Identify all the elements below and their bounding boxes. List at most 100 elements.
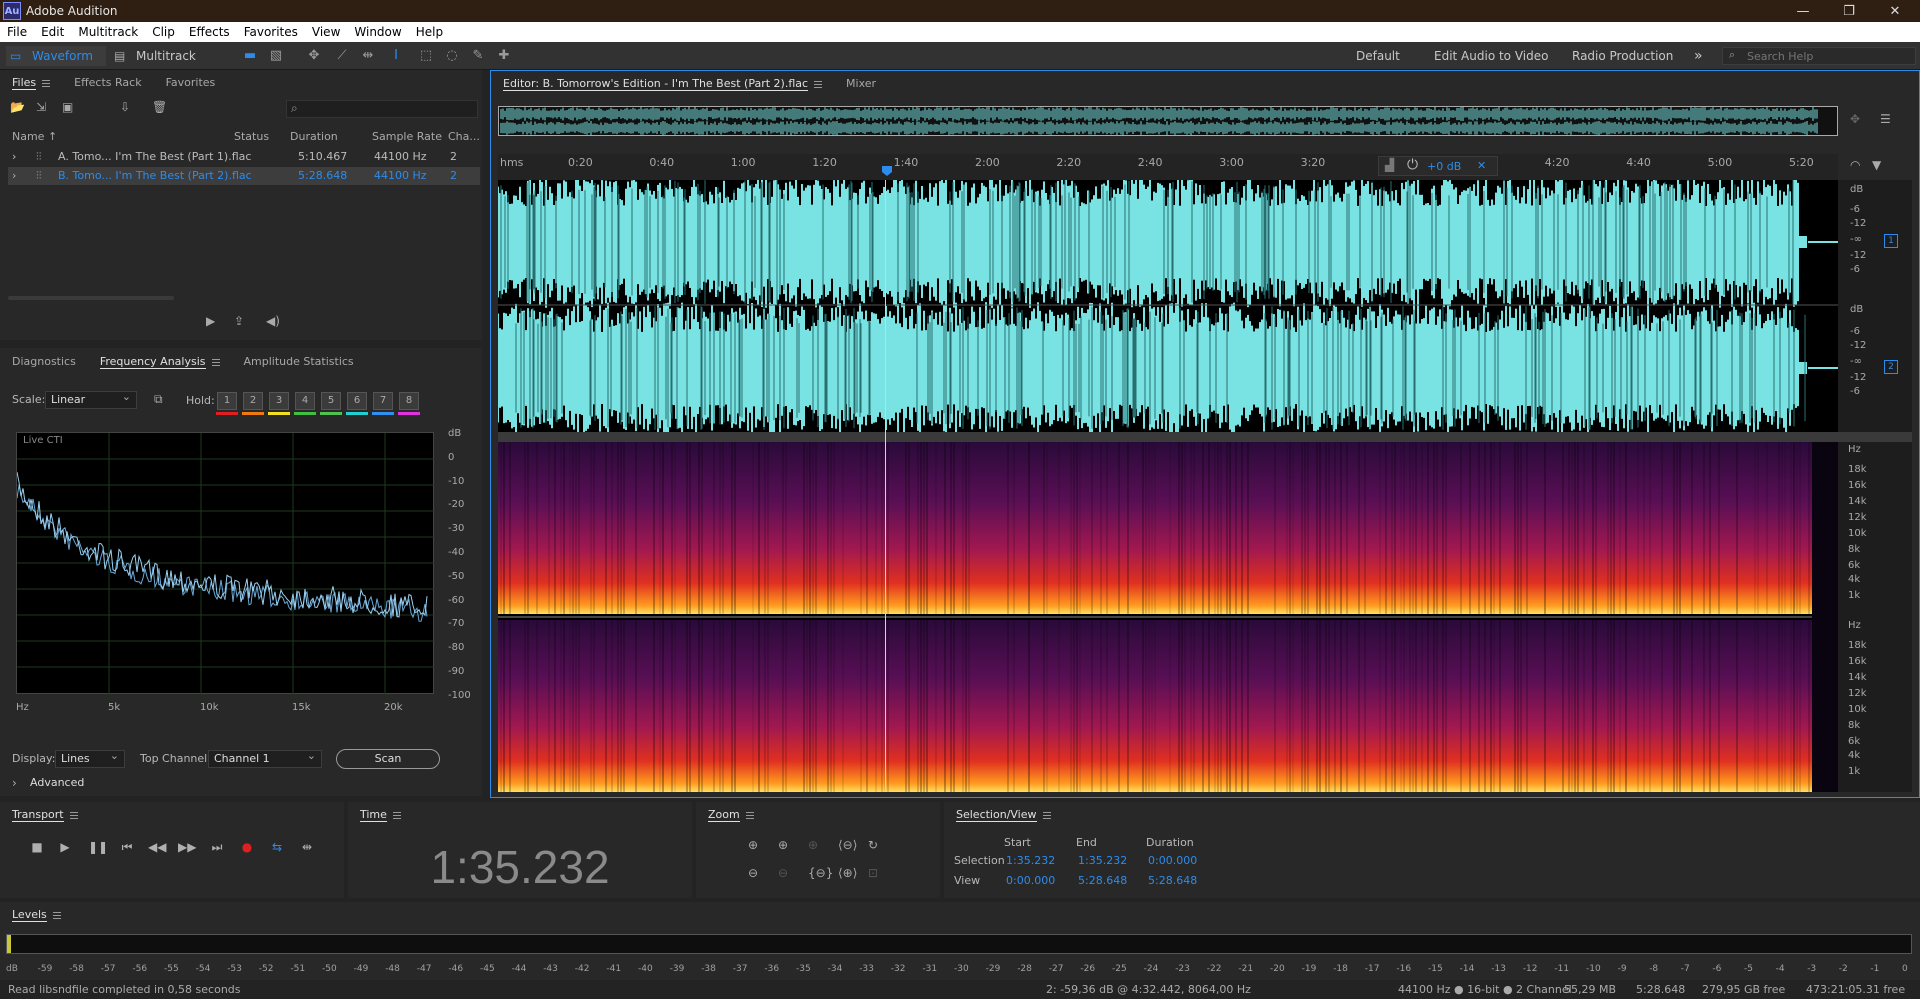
expand-chevron-icon[interactable]: › — [12, 167, 16, 185]
play-button[interactable]: ▶ — [56, 838, 74, 856]
column-sample-rate[interactable]: Sample Rate — [372, 128, 442, 146]
zoom-out-time-icon[interactable]: ⊖ — [778, 866, 788, 880]
zoom-in-selection-icon[interactable]: {⊖} — [808, 866, 833, 880]
workspace-edit-audio-to-video[interactable]: Edit Audio to Video — [1434, 46, 1548, 66]
top-channel-dropdown[interactable]: Channel 1 — [208, 748, 322, 768]
stop-button[interactable]: ■ — [28, 838, 46, 856]
tab-mixer[interactable]: Mixer — [834, 71, 888, 97]
menu-file[interactable]: File — [0, 25, 34, 39]
column-channels[interactable]: Cha... — [448, 128, 480, 146]
open-file-icon[interactable]: 📂 — [10, 100, 25, 114]
table-row[interactable]: › ⫶⫶ A. Tomo... I'm The Best (Part 1).fl… — [8, 148, 480, 166]
slip-tool-icon[interactable]: ⇹ — [360, 48, 376, 64]
workspace-default[interactable]: Default — [1356, 46, 1400, 66]
zoom-out-amplitude-icon[interactable]: ⊖ — [748, 866, 758, 880]
time-ruler[interactable]: hms 0:20 0:40 1:00 1:20 1:40 2:00 2:20 2:40 3:00… — [498, 154, 1838, 180]
hold-button-3[interactable]: 3 — [269, 392, 289, 410]
channel-1-badge[interactable]: 1 — [1884, 234, 1898, 248]
panel-menu-icon[interactable] — [745, 811, 754, 819]
hud-gain[interactable]: ▟ ⏻ +0 dB ✕ — [1378, 156, 1498, 176]
panel-menu-icon[interactable] — [211, 358, 220, 366]
files-scrollbar[interactable] — [8, 296, 174, 300]
channel-2-badge[interactable]: 2 — [1884, 360, 1898, 374]
zoom-in-point-icon[interactable]: ⊕ — [808, 838, 818, 852]
scan-button[interactable]: Scan — [336, 749, 440, 769]
view-duration[interactable]: 5:28.648 — [1148, 874, 1197, 887]
menu-clip[interactable]: Clip — [145, 25, 182, 39]
skip-selection-button[interactable]: ⇹ — [298, 838, 316, 856]
pin-icon[interactable]: ✕ — [1477, 159, 1486, 172]
panel-menu-icon[interactable] — [42, 79, 51, 87]
expand-chevron-icon[interactable]: › — [12, 148, 16, 166]
advanced-toggle[interactable]: Advanced — [30, 776, 84, 789]
tab-files[interactable]: Files — [0, 70, 62, 96]
time-display[interactable]: 1:35.232 — [348, 840, 692, 894]
go-to-end-button[interactable]: ⏭ — [208, 838, 226, 856]
rewind-button[interactable]: ◀◀ — [148, 838, 166, 856]
tab-effects-rack[interactable]: Effects Rack — [62, 70, 153, 96]
autoplay-icon[interactable]: ◀) — [266, 314, 280, 328]
import-file-icon[interactable]: ⇲ — [36, 100, 46, 114]
panel-menu-icon[interactable] — [392, 811, 401, 819]
more-workspaces-button[interactable]: » — [1694, 46, 1703, 66]
close-button[interactable]: ✕ — [1872, 0, 1918, 22]
zoom-in-amplitude-icon[interactable]: ⊕ — [748, 838, 758, 852]
maximize-button[interactable]: ❐ — [1826, 0, 1872, 22]
menu-help[interactable]: Help — [409, 25, 450, 39]
column-duration[interactable]: Duration — [290, 128, 338, 146]
tab-editor[interactable]: Editor: B. Tomorrow's Edition - I'm The … — [491, 71, 834, 97]
razor-tool-icon[interactable]: ⟋ — [334, 48, 350, 64]
panel-menu-icon[interactable] — [69, 811, 78, 819]
search-help-input[interactable] — [1747, 49, 1907, 64]
pitch-display-icon[interactable]: ▧ — [268, 48, 284, 64]
tab-amplitude-statistics[interactable]: Amplitude Statistics — [232, 349, 366, 375]
marquee-tool-icon[interactable]: ⬚ — [418, 48, 434, 64]
view-start[interactable]: 0:00.000 — [1006, 874, 1055, 887]
zoom-out-selection-icon[interactable]: ⟨⊕⟩ — [838, 866, 857, 880]
pause-button[interactable]: ❚❚ — [88, 838, 108, 856]
waveform-display[interactable] — [497, 176, 1838, 434]
zoom-in-time-icon[interactable]: ⊕ — [778, 838, 788, 852]
waveform-overview[interactable] — [498, 106, 1838, 136]
copy-graph-icon[interactable]: ⧉ — [154, 392, 163, 407]
spectral-divider[interactable] — [498, 432, 1912, 442]
tab-frequency-analysis[interactable]: Frequency Analysis — [88, 349, 232, 375]
tab-diagnostics[interactable]: Diagnostics — [0, 349, 88, 375]
panel-menu-icon[interactable] — [1042, 811, 1051, 819]
hold-button-7[interactable]: 7 — [373, 392, 393, 410]
menu-window[interactable]: Window — [347, 25, 408, 39]
menu-effects[interactable]: Effects — [182, 25, 237, 39]
minimize-button[interactable]: — — [1780, 0, 1826, 22]
lasso-tool-icon[interactable]: ◌ — [444, 48, 460, 64]
menu-favorites[interactable]: Favorites — [237, 25, 305, 39]
gain-value[interactable]: +0 dB — [1427, 160, 1461, 173]
hold-button-2[interactable]: 2 — [243, 392, 263, 410]
view-end[interactable]: 5:28.648 — [1078, 874, 1127, 887]
spot-healing-icon[interactable]: ✚ — [496, 48, 512, 64]
table-row-selected[interactable]: › ⫶⫶ B. Tomo... I'm The Best (Part 2).fl… — [8, 167, 480, 185]
trash-icon[interactable]: 🗑 — [152, 100, 167, 114]
spectral-display-icon[interactable]: ▬ — [242, 48, 258, 64]
go-to-start-button[interactable]: ⏮ — [118, 838, 136, 856]
loop-button[interactable]: ⇆ — [268, 838, 286, 856]
tab-favorites[interactable]: Favorites — [154, 70, 228, 96]
waveform-view-button[interactable]: ▭ Waveform — [6, 46, 106, 66]
hold-button-8[interactable]: 8 — [399, 392, 419, 410]
time-selection-tool-icon[interactable]: I — [388, 48, 404, 64]
record-button[interactable]: ● — [238, 838, 256, 856]
zoom-to-selection-icon[interactable]: ◠ — [1850, 158, 1860, 172]
menu-view[interactable]: View — [305, 25, 347, 39]
editor-options-icon[interactable]: ☰ — [1880, 112, 1891, 126]
multitrack-view-button[interactable]: ▤ Multitrack — [112, 46, 202, 66]
hold-button-1[interactable]: 1 — [217, 392, 237, 410]
fast-forward-button[interactable]: ▶▶ — [178, 838, 196, 856]
hold-button-5[interactable]: 5 — [321, 392, 341, 410]
hold-button-4[interactable]: 4 — [295, 392, 315, 410]
search-help-field[interactable]: ⌕ — [1722, 47, 1916, 65]
gain-knob-icon[interactable]: ⏻ — [1407, 157, 1418, 173]
advanced-chevron-icon[interactable]: › — [12, 776, 17, 790]
spectral-display[interactable] — [498, 442, 1838, 792]
selection-start[interactable]: 1:35.232 — [1006, 854, 1055, 867]
column-status[interactable]: Status — [234, 128, 269, 146]
panel-menu-icon[interactable] — [814, 80, 823, 88]
